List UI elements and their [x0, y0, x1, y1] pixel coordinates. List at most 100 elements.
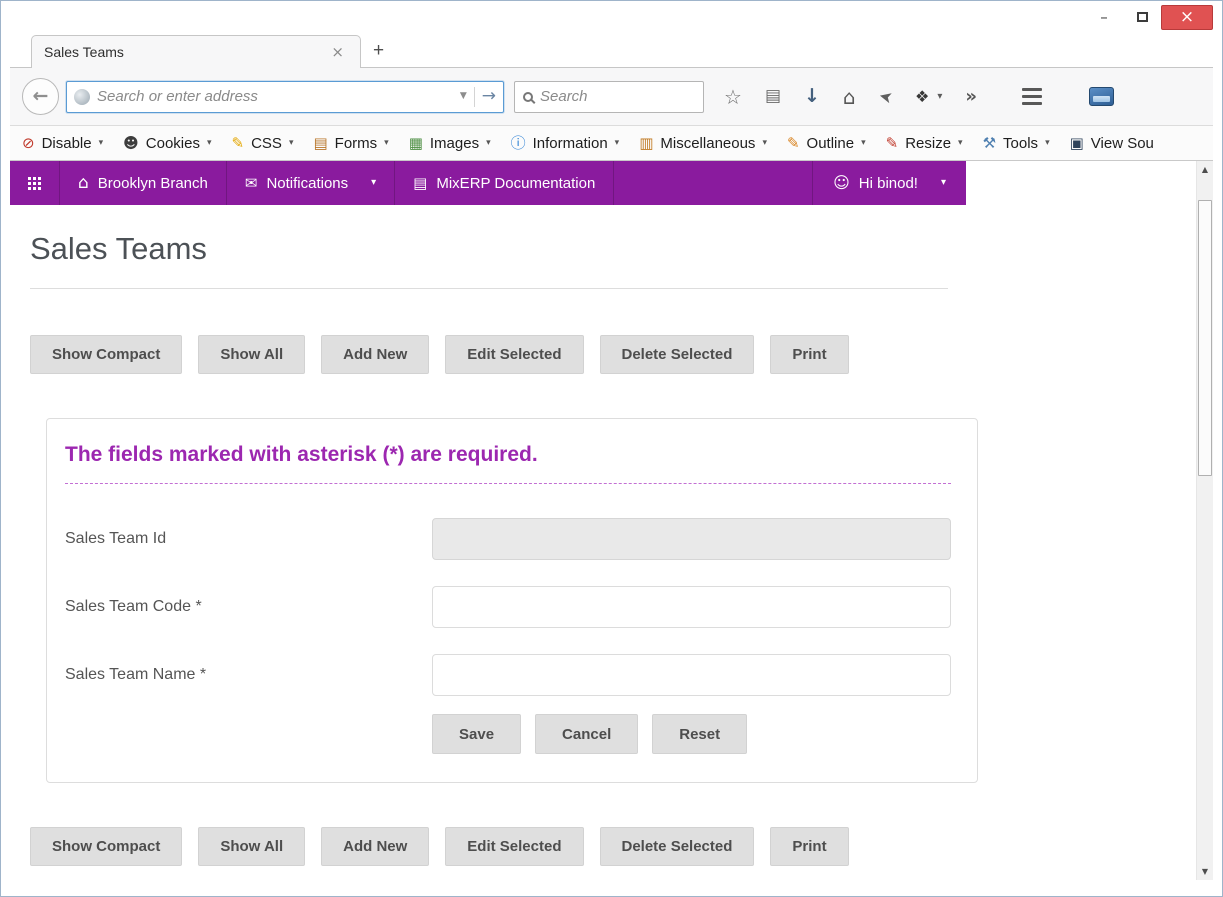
addon-button-group: ❖ ▾ — [915, 88, 942, 105]
home-icon[interactable]: ⌂ — [843, 87, 856, 107]
close-button[interactable]: × — [1161, 5, 1213, 30]
addon-icon[interactable]: ❖ — [915, 88, 929, 105]
documentation-menu-item[interactable]: ▤ MixERP Documentation — [395, 161, 615, 205]
minimize-button[interactable]: – — [1085, 5, 1123, 29]
back-button[interactable]: ← — [22, 78, 59, 115]
devbar-item-information[interactable]: ⓘ Information ▾ — [511, 135, 620, 152]
print-button[interactable]: Print — [770, 335, 849, 374]
devbar-item-css[interactable]: ✎ CSS ▾ — [232, 135, 294, 152]
image-addon-icon[interactable] — [1089, 87, 1115, 106]
tab-strip: Sales Teams × + — [10, 33, 1213, 68]
web-developer-toolbar: ⊘ Disable ▾ ☻ Cookies ▾ ✎ CSS ▾ ▤ Forms … — [10, 125, 1213, 161]
address-bar[interactable]: ▼ → — [66, 80, 504, 113]
add-new-button[interactable]: Add New — [321, 827, 430, 866]
address-input[interactable] — [97, 88, 453, 105]
save-button[interactable]: Save — [432, 714, 522, 754]
new-tab-button[interactable]: + — [373, 40, 384, 62]
browser-window: – × Sales Teams × + ← ▼ → ☆ ▤ ↓ ⌂ — [0, 0, 1223, 897]
delete-selected-button[interactable]: Delete Selected — [599, 335, 755, 374]
information-icon: ⓘ — [510, 133, 526, 152]
disable-icon: ⊘ — [22, 133, 35, 152]
maximize-button[interactable] — [1123, 5, 1161, 29]
user-menu-item[interactable]: ☺ Hi binod! ▾ — [812, 161, 966, 205]
documentation-label: MixERP Documentation — [436, 174, 596, 192]
show-compact-button[interactable]: Show Compact — [30, 335, 183, 374]
page-title: Sales Teams — [30, 231, 207, 266]
devbar-item-forms[interactable]: ▤ Forms ▾ — [313, 135, 388, 152]
branch-menu-item[interactable]: ⌂ Brooklyn Branch — [60, 161, 227, 205]
sales-team-name-input[interactable] — [432, 654, 951, 696]
browser-tab[interactable]: Sales Teams × — [31, 35, 361, 68]
page-viewport: ⌂ Brooklyn Branch ✉ Notifications ▾ ▤ Mi… — [10, 161, 1213, 880]
sales-team-code-input[interactable] — [432, 586, 951, 628]
vertical-scrollbar[interactable]: ▲ ▼ — [1196, 161, 1213, 880]
show-all-button[interactable]: Show All — [198, 827, 306, 866]
search-bar[interactable] — [514, 80, 704, 113]
envelope-icon: ✉ — [244, 173, 258, 192]
page-content: ⌂ Brooklyn Branch ✉ Notifications ▾ ▤ Mi… — [10, 161, 1196, 880]
devbar-item-cookies[interactable]: ☻ Cookies ▾ — [123, 135, 211, 152]
devbar-item-disable[interactable]: ⊘ Disable ▾ — [22, 135, 103, 152]
send-tab-icon[interactable]: ➤ — [877, 85, 895, 107]
devbar-item-images[interactable]: ▦ Images ▾ — [409, 135, 491, 152]
sales-team-id-label: Sales Team Id — [65, 530, 167, 547]
show-all-button[interactable]: Show All — [198, 335, 306, 374]
miscellaneous-icon: ▥ — [639, 133, 654, 152]
bookmark-star-icon[interactable]: ☆ — [724, 87, 742, 107]
chevron-down-icon: ▾ — [486, 137, 491, 148]
images-icon: ▦ — [408, 133, 423, 152]
edit-selected-button[interactable]: Edit Selected — [445, 335, 584, 374]
go-arrow-icon[interactable]: → — [482, 88, 496, 105]
globe-icon — [74, 88, 90, 105]
title-divider — [30, 288, 948, 289]
action-button-row-top: Show Compact Show All Add New Edit Selec… — [30, 335, 1196, 374]
chevron-down-icon: ▾ — [762, 137, 767, 148]
downloads-icon[interactable]: ↓ — [804, 87, 820, 106]
devbar-item-view-source[interactable]: ▣ View Sou — [1070, 135, 1154, 152]
add-new-button[interactable]: Add New — [321, 335, 430, 374]
apps-menu-button[interactable] — [10, 161, 60, 205]
required-fields-note: The fields marked with asterisk (*) are … — [65, 441, 951, 484]
devbar-item-label: Tools — [1003, 134, 1039, 152]
devbar-item-label: Forms — [334, 134, 378, 152]
addon-dropdown-icon[interactable]: ▾ — [937, 91, 942, 102]
scroll-down-icon[interactable]: ▼ — [1197, 863, 1213, 880]
devbar-item-tools[interactable]: ⚒ Tools ▾ — [983, 135, 1050, 152]
scrollbar-track[interactable] — [1197, 178, 1213, 863]
search-input[interactable] — [540, 88, 695, 105]
notifications-menu-item[interactable]: ✉ Notifications ▾ — [227, 161, 396, 205]
devbar-item-miscellaneous[interactable]: ▥ Miscellaneous ▾ — [639, 135, 767, 152]
chevron-down-icon: ▾ — [98, 137, 104, 148]
delete-selected-button[interactable]: Delete Selected — [599, 827, 755, 866]
print-button[interactable]: Print — [770, 827, 849, 866]
devbar-item-outline[interactable]: ✎ Outline ▾ — [787, 135, 866, 152]
tab-close-icon[interactable]: × — [327, 43, 348, 62]
form-row-sales-team-id: Sales Team Id — [65, 518, 951, 560]
chevron-down-icon: ▾ — [861, 137, 866, 148]
view-source-icon: ▣ — [1069, 133, 1084, 152]
bookmarks-menu-icon[interactable]: ▤ — [765, 88, 781, 105]
edit-selected-button[interactable]: Edit Selected — [445, 827, 584, 866]
window-titlebar: – × — [10, 1, 1213, 33]
search-icon — [523, 91, 533, 102]
overflow-chevron-icon[interactable]: » — [965, 87, 977, 106]
cookies-icon: ☻ — [123, 133, 139, 152]
address-dropdown-icon[interactable]: ▼ — [460, 92, 467, 101]
maximize-icon — [1136, 12, 1148, 22]
menu-hamburger-icon[interactable] — [1022, 88, 1043, 105]
form-row-sales-team-code: Sales Team Code * — [65, 586, 951, 628]
chevron-down-icon: ▾ — [1045, 137, 1050, 148]
house-icon: ⌂ — [78, 172, 89, 193]
devbar-item-resize[interactable]: ✎ Resize ▾ — [886, 135, 963, 152]
scrollbar-thumb[interactable] — [1198, 200, 1212, 476]
form-row-sales-team-name: Sales Team Name * — [65, 654, 951, 696]
cancel-button[interactable]: Cancel — [535, 714, 639, 754]
reset-button[interactable]: Reset — [652, 714, 748, 754]
chevron-down-icon: ▾ — [384, 137, 389, 148]
scroll-up-icon[interactable]: ▲ — [1197, 161, 1213, 178]
show-compact-button[interactable]: Show Compact — [30, 827, 183, 866]
sales-team-code-label: Sales Team Code * — [65, 598, 202, 615]
minimize-icon: – — [1100, 7, 1108, 26]
chevron-down-icon: ▾ — [958, 137, 963, 148]
css-icon: ✎ — [231, 133, 245, 152]
